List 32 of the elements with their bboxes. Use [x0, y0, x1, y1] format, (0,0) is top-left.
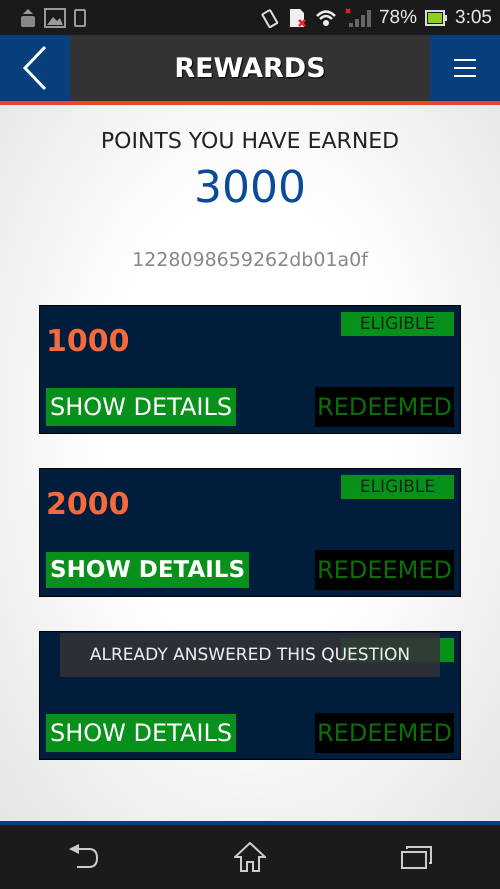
toast-message: ALREADY ANSWERED THIS QUESTION: [60, 633, 440, 677]
signal-icon: [344, 8, 371, 28]
redeemed-label: REDEEMED: [315, 713, 454, 753]
redeemed-label: REDEEMED: [315, 387, 454, 427]
points-label: POINTS YOU HAVE EARNED: [100, 129, 400, 154]
reward-points: 1000: [46, 324, 130, 359]
show-details-button[interactable]: SHOW DETAILS: [46, 388, 236, 426]
upload-icon: [20, 8, 36, 26]
phone-icon: [74, 8, 86, 26]
vibrate-icon: [258, 8, 281, 28]
back-arrow-icon: [67, 843, 100, 871]
sim-card-icon: [288, 8, 307, 28]
battery-icon: [425, 10, 448, 26]
recent-apps-icon: [400, 845, 433, 869]
show-details-button[interactable]: SHOW DETAILS: [46, 714, 236, 752]
reward-points: 2000: [46, 487, 130, 522]
redeemed-label: REDEEMED: [315, 550, 454, 590]
back-button[interactable]: [0, 35, 70, 101]
image-icon: [44, 8, 66, 28]
eligible-badge: ELIGIBLE: [341, 312, 454, 336]
home-icon: [234, 842, 266, 872]
back-icon: [22, 45, 48, 91]
battery-percent: 78%: [378, 6, 418, 28]
menu-icon: [454, 58, 476, 78]
eligible-badge: ELIGIBLE: [341, 475, 454, 499]
clock: 3:05: [455, 6, 492, 28]
points-value: 3000: [194, 162, 306, 213]
show-details-button[interactable]: SHOW DETAILS: [46, 552, 250, 588]
menu-button[interactable]: [430, 35, 500, 101]
wifi-icon: [314, 8, 337, 28]
user-code: 1228098659262db01a0f: [132, 249, 368, 271]
page-title: REWARDS: [174, 52, 326, 84]
